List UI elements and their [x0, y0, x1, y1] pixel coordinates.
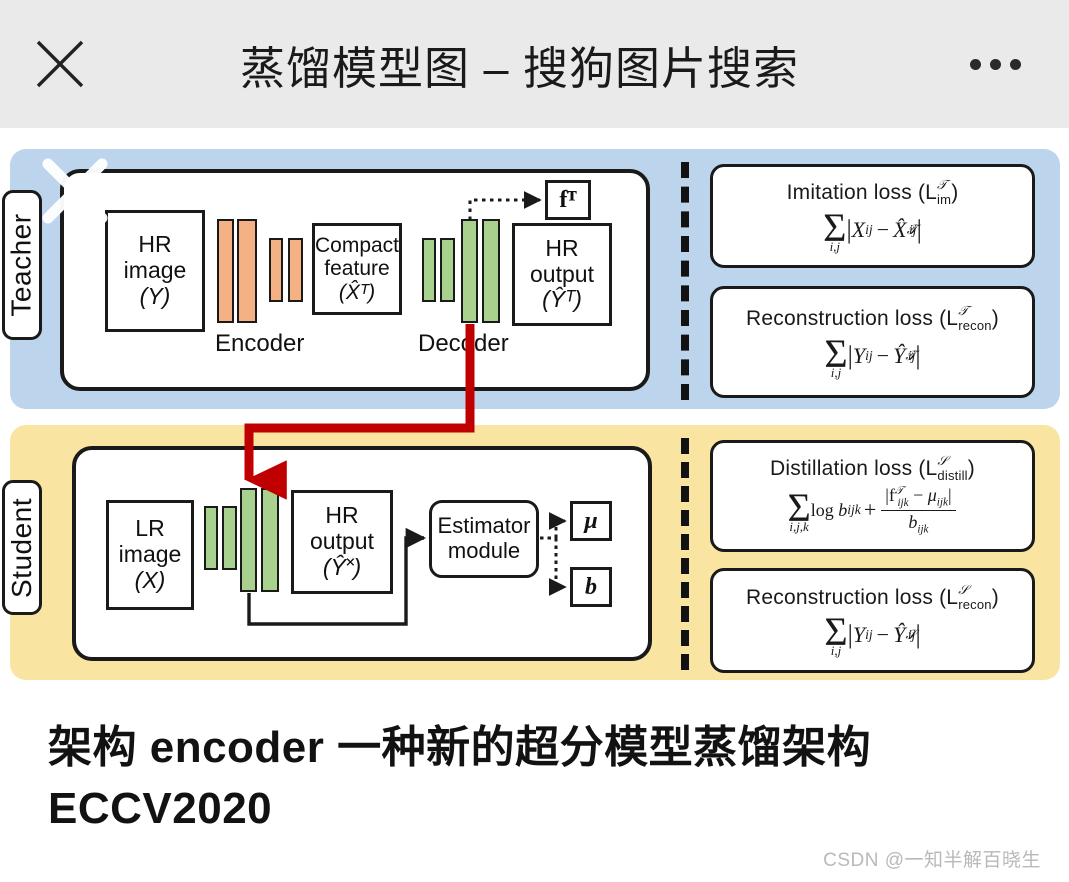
encoder-bar-1 [217, 219, 234, 323]
close-x-icon [33, 37, 87, 91]
t-recon-title-main: Reconstruction loss (L [746, 307, 959, 331]
imitation-title-end: ) [951, 181, 959, 205]
student-out-line3: (Ŷ˟) [322, 553, 362, 580]
distill-sup: 𝒮 [937, 452, 948, 468]
encoder-label: Encoder [215, 330, 305, 357]
decoder-bar-3 [461, 219, 478, 323]
teacher-hr-image-line2: image [123, 257, 187, 284]
estimator-line2: module [447, 538, 521, 563]
s-recon-title-end: ) [991, 585, 999, 609]
csdn-watermark: CSDN @一知半解百晓生 [823, 850, 1041, 871]
compact-line3: (X̂ᵀ) [338, 280, 376, 304]
student-reconstruction-loss-card: Reconstruction loss (L 𝒮 recon) Σi,j | Yi… [710, 568, 1035, 673]
teacher-hr-image-line1: HR [138, 231, 172, 258]
distillation-fraction: |f𝒯ijk − μijk| bijk [881, 485, 956, 535]
mu-output-box: μ [570, 501, 612, 541]
teacher-side-label-text: Teacher [6, 213, 37, 317]
estimator-line1: Estimator [437, 513, 531, 539]
distill-title-main: Distillation loss (L [770, 456, 938, 480]
decoder-bar-1 [422, 238, 436, 302]
imitation-sup: 𝒯 [937, 177, 948, 193]
teacher-hr-image-line3: (Y) [139, 282, 171, 309]
more-dots-icon [969, 58, 1021, 70]
compact-line1: Compact [314, 233, 400, 257]
teacher-recon-loss-title: Reconstruction loss (L 𝒯 recon) [746, 303, 999, 334]
mu-label: μ [584, 507, 598, 534]
sigma-icon: Σi,j [823, 204, 847, 254]
close-button[interactable] [0, 0, 120, 128]
teacher-divider [681, 162, 689, 400]
decoder-bar-4 [482, 219, 500, 323]
b-label: b [585, 573, 597, 600]
distillation-loss-card: Distillation loss (L 𝒮 distill) Σi,j,k l… [710, 440, 1035, 552]
teacher-recon-loss-equation: Σi,j | Yij − Ŷ 𝒯ij | [824, 330, 921, 380]
teacher-reconstruction-loss-card: Reconstruction loss (L 𝒯 recon) Σi,j | Yi… [710, 286, 1035, 398]
student-out-line1: HR [325, 502, 359, 529]
student-lr-image-node: LR image (X) [106, 500, 194, 610]
distill-sub: distill [937, 468, 968, 483]
decoder-label: Decoder [418, 330, 509, 357]
app-header: 蒸馏模型图 – 搜狗图片搜索 [0, 0, 1069, 128]
sigma-icon: Σi,j [824, 330, 848, 380]
s-recon-sup: 𝒮 [958, 581, 969, 597]
teacher-side-label: Teacher [2, 190, 42, 340]
t-recon-sup: 𝒯 [958, 303, 969, 319]
imitation-sub: im [937, 192, 952, 208]
more-menu-button[interactable] [939, 0, 1069, 128]
student-bar-1 [204, 506, 218, 570]
distillation-loss-equation: Σi,j,k log b ijk + |f𝒯ijk − μijk| bijk [787, 485, 957, 535]
decoder-bar-2 [440, 238, 455, 302]
page-title: 蒸馏模型图 – 搜狗图片搜索 [239, 42, 800, 94]
distillation-loss-title: Distillation loss (L 𝒮 distill) [770, 453, 975, 483]
encoder-bar-4 [288, 238, 303, 302]
student-side-label-text: Student [6, 497, 37, 598]
sigma-icon: Σi,j [824, 609, 848, 659]
student-bar-4 [261, 488, 279, 592]
image-caption: 架构 encoder 一种新的超分模型蒸馏架构 ECCV2020 [48, 723, 872, 833]
student-recon-loss-title: Reconstruction loss (L 𝒮 recon) [746, 582, 999, 612]
b-output-box: b [570, 567, 612, 607]
figure-image: Teacher HR image (Y) Encoder Compact fea… [0, 128, 1069, 713]
estimator-module-node: Estimator module [429, 500, 539, 578]
student-in-line3: (X) [134, 566, 166, 593]
imitation-loss-title: Imitation loss (L 𝒯 im) [786, 177, 959, 208]
t-recon-title-end: ) [991, 307, 999, 331]
student-out-line2: output [310, 528, 374, 555]
s-recon-sub: recon [958, 597, 992, 612]
student-side-label: Student [2, 480, 42, 615]
teacher-compact-feature-node: Compact feature (X̂ᵀ) [312, 223, 402, 315]
teacher-hr-output-node: HR output (Ŷᵀ) [512, 223, 612, 326]
t-recon-sub: recon [958, 318, 992, 334]
teacher-out-line1: HR [545, 234, 579, 261]
student-hr-output-node: HR output (Ŷ˟) [291, 490, 393, 594]
s-recon-title-main: Reconstruction loss (L [746, 585, 959, 609]
teacher-hr-image-node: HR image (Y) [105, 210, 205, 332]
student-recon-loss-equation: Σi,j | Yij − Ŷ 𝒮ij | [824, 609, 921, 659]
teacher-feature-tap-label: fᵀ [559, 186, 577, 213]
imitation-loss-equation: Σi,j | Xij − X̂ 𝒯ij | [823, 204, 922, 254]
student-divider [681, 438, 689, 670]
student-bar-3 [240, 488, 257, 592]
imitation-loss-card: Imitation loss (L 𝒯 im) Σi,j | Xij − X̂ 𝒯i… [710, 164, 1035, 268]
encoder-bar-2 [237, 219, 257, 323]
imitation-loss-title-main: Imitation loss (L [786, 181, 938, 205]
distill-title-end: ) [967, 456, 975, 480]
encoder-bar-3 [269, 238, 283, 302]
student-bar-2 [222, 506, 237, 570]
teacher-feature-tap-box: fᵀ [545, 180, 591, 220]
compact-line2: feature [324, 257, 390, 281]
teacher-out-line2: output [530, 260, 594, 287]
student-in-line1: LR [135, 515, 165, 542]
teacher-out-line3: (Ŷᵀ) [542, 286, 582, 313]
sigma-icon: Σi,j,k [787, 484, 811, 534]
student-in-line2: image [118, 541, 182, 568]
